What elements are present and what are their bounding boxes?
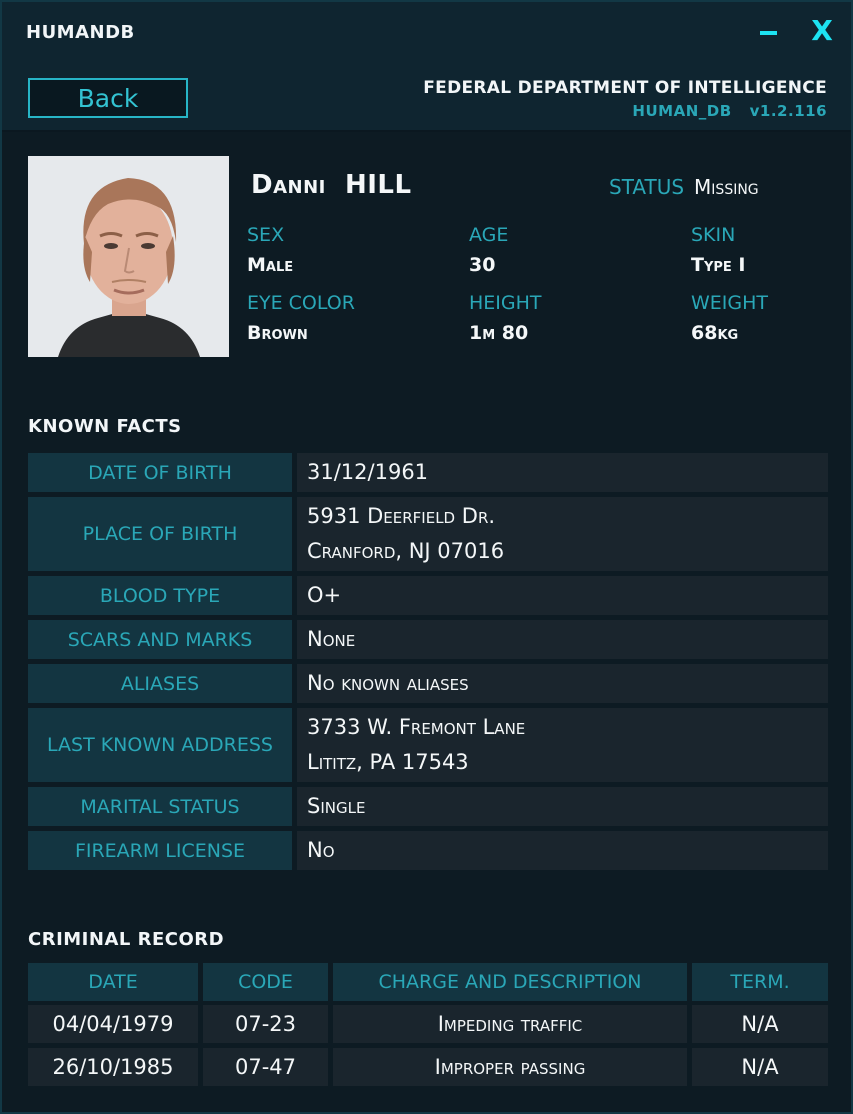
fact-value-line: 3733 W. Fremont Lane (307, 715, 526, 739)
weight-field: WEIGHT 68kg (691, 292, 768, 344)
fact-label: FIREARM LICENSE (28, 831, 292, 870)
record-header-code: CODE (203, 963, 328, 1001)
subject-name: Danni HILL (251, 170, 412, 200)
sex-field: SEX Male (247, 224, 293, 276)
fact-row-marital-status: MARITAL STATUS Single (28, 787, 828, 826)
record-term: N/A (692, 1005, 828, 1043)
fact-value-line: Cranford, NJ 07016 (307, 539, 505, 563)
fact-value-line: Single (307, 794, 366, 818)
height-value: 1m 80 (469, 322, 529, 344)
fact-value: No (297, 831, 828, 870)
fact-value: None (297, 620, 828, 659)
fact-label: ALIASES (28, 664, 292, 703)
fact-label: BLOOD TYPE (28, 576, 292, 615)
portrait-image (28, 156, 229, 357)
fact-label: SCARS AND MARKS (28, 620, 292, 659)
fact-value-line: None (307, 627, 356, 651)
title-bar: HUMANDB X (2, 2, 851, 62)
subject-photo (28, 156, 229, 357)
fact-row-scars-and-marks: SCARS AND MARKS None (28, 620, 828, 659)
record-charge: Impeding traffic (333, 1005, 687, 1043)
status-value: Missing (694, 175, 759, 199)
skin-value: Type I (691, 254, 746, 276)
sex-value: Male (247, 254, 294, 276)
close-button[interactable]: X (804, 10, 840, 50)
fact-value-line: 31/12/1961 (307, 460, 429, 484)
app-title: HUMANDB (26, 22, 135, 43)
fact-label: MARITAL STATUS (28, 787, 292, 826)
last-name: HILL (344, 170, 412, 200)
fact-row-date-of-birth: DATE OF BIRTH 31/12/1961 (28, 453, 828, 492)
fact-value: 5931 Deerfield Dr. Cranford, NJ 07016 (297, 497, 828, 571)
minimize-button[interactable] (750, 10, 786, 50)
fact-value-line: No (307, 838, 335, 862)
sex-label: SEX (247, 224, 285, 246)
fact-value: Single (297, 787, 828, 826)
first-name: Danni (251, 170, 326, 200)
fact-value-line: No known aliases (307, 671, 469, 695)
age-value: 30 (469, 254, 496, 276)
fact-row-blood-type: BLOOD TYPE O+ (28, 576, 828, 615)
humandb-window: HUMANDB X Back FEDERAL DEPARTMENT OF INT… (0, 0, 853, 1114)
height-label: HEIGHT (469, 292, 542, 314)
fact-value: O+ (297, 576, 828, 615)
fact-row-aliases: ALIASES No known aliases (28, 664, 828, 703)
skin-label: SKIN (691, 224, 736, 246)
eye-color-value: Brown (247, 322, 308, 344)
eye-color-label: EYE COLOR (247, 292, 355, 314)
sub-header: Back FEDERAL DEPARTMENT OF INTELLIGENCE … (2, 62, 851, 132)
height-field: HEIGHT 1m 80 (469, 292, 542, 344)
age-label: AGE (469, 224, 509, 246)
fact-label: DATE OF BIRTH (28, 453, 292, 492)
agency-name: FEDERAL DEPARTMENT OF INTELLIGENCE (423, 78, 827, 98)
eye-color-field: EYE COLOR Brown (247, 292, 355, 344)
weight-value: 68kg (691, 322, 739, 344)
back-button[interactable]: Back (28, 78, 188, 118)
fact-value: 3733 W. Fremont Lane Lititz, PA 17543 (297, 708, 828, 782)
record-date: 26/10/1985 (28, 1048, 198, 1086)
fact-value-line: Lititz, PA 17543 (307, 750, 469, 774)
record-code: 07-47 (203, 1048, 328, 1086)
status-label: STATUS (609, 175, 685, 199)
fact-row-place-of-birth: PLACE OF BIRTH 5931 Deerfield Dr. Cranfo… (28, 497, 828, 571)
fact-row-last-known-address: LAST KNOWN ADDRESS 3733 W. Fremont Lane … (28, 708, 828, 782)
weight-label: WEIGHT (691, 292, 769, 314)
fact-label: LAST KNOWN ADDRESS (28, 708, 292, 782)
criminal-record-title: CRIMINAL RECORD (28, 929, 225, 950)
status-field: STATUS Missing (609, 175, 759, 199)
close-icon: X (811, 13, 833, 47)
known-facts-title: KNOWN FACTS (28, 416, 182, 437)
agency-block: FEDERAL DEPARTMENT OF INTELLIGENCE HUMAN… (423, 78, 827, 120)
record-code: 07-23 (203, 1005, 328, 1043)
fact-label: PLACE OF BIRTH (28, 497, 292, 571)
record-header-charge: CHARGE AND DESCRIPTION (333, 963, 687, 1001)
fact-row-firearm-license: FIREARM LICENSE No (28, 831, 828, 870)
age-field: AGE 30 (469, 224, 508, 276)
record-charge: Improper passing (333, 1048, 687, 1086)
record-term: N/A (692, 1048, 828, 1086)
fact-value: No known aliases (297, 664, 828, 703)
db-name: HUMAN_DB (632, 102, 732, 120)
db-version-line: HUMAN_DB v1.2.116 (423, 102, 827, 120)
fact-value-line: O+ (307, 583, 342, 607)
fact-value: 31/12/1961 (297, 453, 828, 492)
minimize-icon (759, 31, 777, 35)
db-version: v1.2.116 (749, 102, 827, 120)
skin-field: SKIN Type I (691, 224, 745, 276)
record-header-date: DATE (28, 963, 198, 1001)
record-header-term: TERM. (692, 963, 828, 1001)
fact-value-line: 5931 Deerfield Dr. (307, 504, 496, 528)
record-date: 04/04/1979 (28, 1005, 198, 1043)
